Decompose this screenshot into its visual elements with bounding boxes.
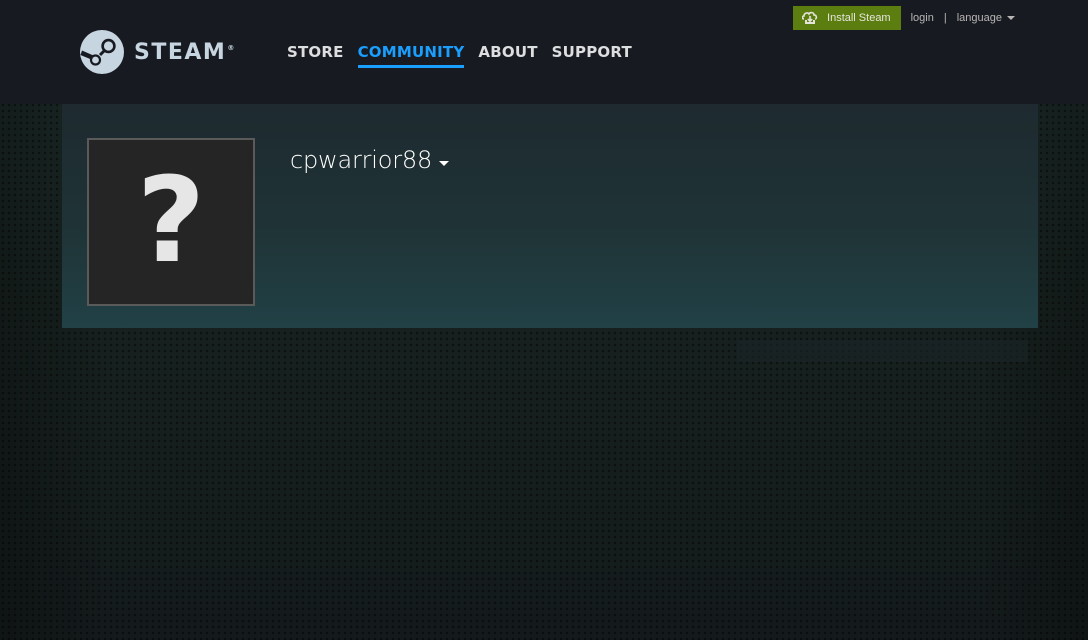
avatar-placeholder: ? <box>136 151 206 289</box>
content-shadow <box>737 340 1028 362</box>
avatar: ? <box>87 138 255 306</box>
steam-logo[interactable]: STEAM® <box>80 29 236 75</box>
nav-about[interactable]: ABOUT <box>478 43 537 68</box>
login-link[interactable]: login <box>911 12 934 24</box>
nav-community[interactable]: COMMUNITY <box>357 43 465 68</box>
install-steam-button[interactable]: Install Steam <box>793 6 901 30</box>
main-nav: STORE COMMUNITY ABOUT SUPPORT <box>287 43 632 68</box>
global-header: STEAM® STORE COMMUNITY ABOUT SUPPORT Ins… <box>0 0 1088 104</box>
install-steam-label: Install Steam <box>827 12 891 24</box>
nav-support[interactable]: SUPPORT <box>552 43 632 68</box>
separator: | <box>943 12 947 24</box>
global-actions: Install Steam login | language <box>793 6 1015 30</box>
persona-name: cpwarrior88 <box>290 146 433 174</box>
caret-down-icon <box>439 160 450 166</box>
download-cloud-icon <box>802 11 818 24</box>
language-label: language <box>956 12 1002 24</box>
steam-logo-icon <box>80 30 124 74</box>
caret-down-icon <box>1007 16 1015 21</box>
language-dropdown[interactable]: language <box>957 12 1015 24</box>
nav-store[interactable]: STORE <box>287 43 344 68</box>
logo-wordmark: STEAM® <box>134 39 236 65</box>
profile-header: ? cpwarrior88 <box>62 104 1038 328</box>
persona-name-dropdown[interactable]: cpwarrior88 <box>290 146 450 174</box>
